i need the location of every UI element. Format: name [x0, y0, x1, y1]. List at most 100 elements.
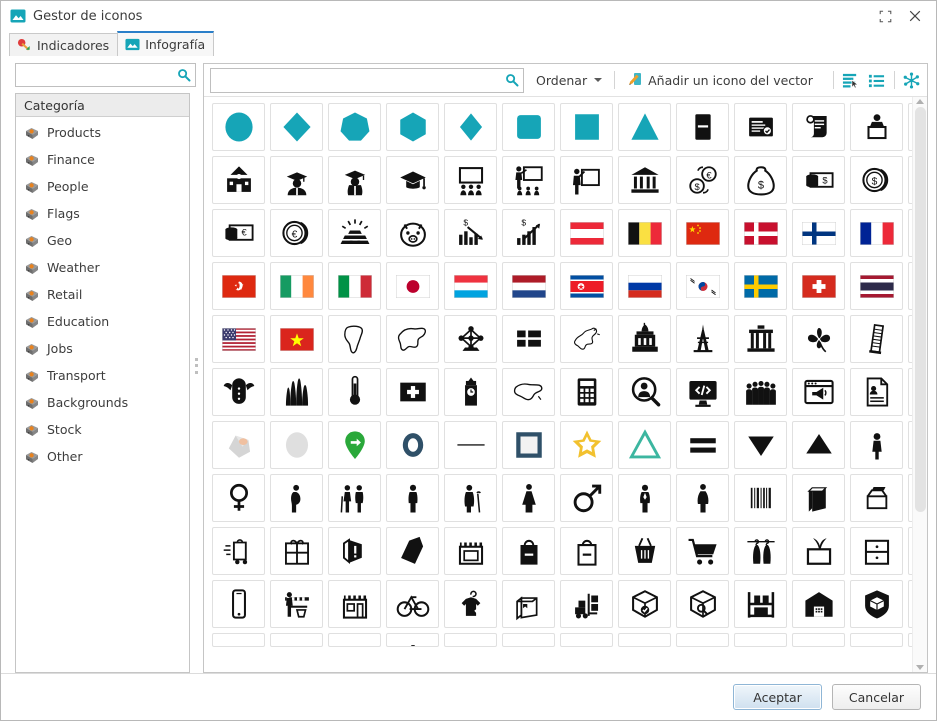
barcode-icon[interactable]: [734, 474, 787, 522]
brandenburg-gate-icon[interactable]: [734, 315, 787, 363]
triangle-outline-icon[interactable]: [618, 421, 671, 469]
forklift-icon[interactable]: [560, 580, 613, 628]
map-asia-icon[interactable]: [386, 315, 439, 363]
partial-icon-9[interactable]: [676, 633, 729, 647]
female-symbol-icon[interactable]: [212, 474, 265, 522]
panel-splitter[interactable]: [190, 58, 203, 673]
icon-search-box[interactable]: [210, 67, 524, 93]
person-single-icon[interactable]: [850, 421, 903, 469]
box-product-icon[interactable]: [792, 474, 845, 522]
display-stand-icon[interactable]: [792, 527, 845, 575]
shape-rounded-square[interactable]: [502, 103, 555, 151]
scroll-document-icon[interactable]: [792, 103, 845, 151]
tshirt-hanger-icon[interactable]: [444, 580, 497, 628]
bicycle-icon[interactable]: [386, 580, 439, 628]
search-person-icon[interactable]: [618, 368, 671, 416]
eiffel-tower-icon[interactable]: [676, 315, 729, 363]
gift-box-icon[interactable]: [270, 527, 323, 575]
scrollbar-track[interactable]: [914, 107, 926, 662]
flag-thailand[interactable]: [850, 262, 903, 310]
man-standing-icon[interactable]: [386, 474, 439, 522]
swiss-cross-icon[interactable]: [386, 368, 439, 416]
flag-united-states[interactable]: [212, 315, 265, 363]
piggy-bank-icon[interactable]: [386, 209, 439, 257]
ad-browser-icon[interactable]: [792, 368, 845, 416]
flag-denmark-mono-icon[interactable]: [502, 315, 555, 363]
carton-box-icon[interactable]: [502, 580, 555, 628]
box-check-icon[interactable]: [618, 580, 671, 628]
shopping-bag-minus-icon[interactable]: [560, 527, 613, 575]
icon-grid-scrollbar[interactable]: [912, 97, 927, 672]
category-item-geo[interactable]: Geo: [16, 227, 189, 254]
background-stone-icon[interactable]: [212, 421, 265, 469]
category-item-stock[interactable]: Stock: [16, 416, 189, 443]
flag-japan[interactable]: [386, 262, 439, 310]
flag-switzerland[interactable]: [792, 262, 845, 310]
partial-icon-11[interactable]: [792, 633, 845, 647]
cancel-button[interactable]: Cancelar: [832, 684, 921, 710]
gold-bars-icon[interactable]: [328, 209, 381, 257]
maximize-icon[interactable]: [870, 3, 900, 29]
category-list[interactable]: Categoría Products Finance People Flags …: [15, 93, 190, 673]
add-vector-icon-button[interactable]: Añadir un icono del vector: [623, 68, 817, 93]
star-badge-icon[interactable]: [560, 421, 613, 469]
woman-standing-icon[interactable]: [676, 474, 729, 522]
map-usa-icon[interactable]: [502, 368, 555, 416]
chart-down-icon[interactable]: $: [444, 209, 497, 257]
triangle-down-icon[interactable]: [734, 421, 787, 469]
category-item-flags[interactable]: Flags: [16, 200, 189, 227]
sagrada-familia-icon[interactable]: [270, 368, 323, 416]
bank-building-icon[interactable]: [618, 156, 671, 204]
open-box-icon[interactable]: [850, 474, 903, 522]
flag-finland[interactable]: [792, 209, 845, 257]
sort-dropdown[interactable]: Ordenar: [532, 70, 606, 91]
shape-circle[interactable]: [212, 103, 265, 151]
box-search-icon[interactable]: [676, 580, 729, 628]
flag-north-korea[interactable]: [560, 262, 613, 310]
partial-icon-5[interactable]: [444, 633, 497, 647]
category-item-other[interactable]: Other: [16, 443, 189, 470]
flag-austria[interactable]: [560, 209, 613, 257]
book-icon[interactable]: [676, 103, 729, 151]
price-tag-icon[interactable]: [386, 527, 439, 575]
shape-hexagon[interactable]: [386, 103, 439, 151]
resume-document-icon[interactable]: [850, 368, 903, 416]
shape-square[interactable]: [560, 103, 613, 151]
category-item-people[interactable]: People: [16, 173, 189, 200]
close-icon[interactable]: [900, 3, 930, 29]
category-item-backgrounds[interactable]: Backgrounds: [16, 389, 189, 416]
shape-triangle[interactable]: [618, 103, 671, 151]
presenter-board-icon[interactable]: [560, 156, 613, 204]
smartphone-icon[interactable]: [212, 580, 265, 628]
ring-oval-icon[interactable]: [386, 421, 439, 469]
shape-rhombus[interactable]: [444, 103, 497, 151]
category-item-retail[interactable]: Retail: [16, 281, 189, 308]
pregnant-woman-icon[interactable]: [270, 474, 323, 522]
category-search-box[interactable]: [15, 63, 196, 87]
crowd-people-icon[interactable]: [734, 368, 787, 416]
school-building-icon[interactable]: [212, 156, 265, 204]
category-search-input[interactable]: [16, 64, 195, 86]
flag-luxembourg[interactable]: [444, 262, 497, 310]
scrollbar-thumb[interactable]: [914, 107, 926, 513]
shape-heptagon[interactable]: [328, 103, 381, 151]
flag-hong-kong[interactable]: [212, 262, 265, 310]
chart-up-icon[interactable]: $: [502, 209, 555, 257]
background-ellipse-icon[interactable]: [270, 421, 323, 469]
partial-icon-6[interactable]: [502, 633, 555, 647]
dollar-coins-icon[interactable]: $: [850, 156, 903, 204]
map-pin-arrow-icon[interactable]: [328, 421, 381, 469]
cash-coins-icon[interactable]: $: [792, 156, 845, 204]
partial-icon-3[interactable]: [328, 633, 381, 647]
market-stall-icon[interactable]: [270, 580, 323, 628]
warehouse-icon[interactable]: [792, 580, 845, 628]
male-symbol-icon[interactable]: [560, 474, 613, 522]
delivery-bag-icon[interactable]: [212, 527, 265, 575]
view-list-icon[interactable]: [868, 69, 886, 91]
category-item-transport[interactable]: Transport: [16, 362, 189, 389]
clover-icon[interactable]: [792, 315, 845, 363]
classroom-board-icon[interactable]: [444, 156, 497, 204]
category-item-products[interactable]: Products: [16, 119, 189, 146]
tab-indicadores[interactable]: Indicadores: [9, 33, 119, 56]
scroll-up-arrow-icon[interactable]: [916, 99, 924, 104]
